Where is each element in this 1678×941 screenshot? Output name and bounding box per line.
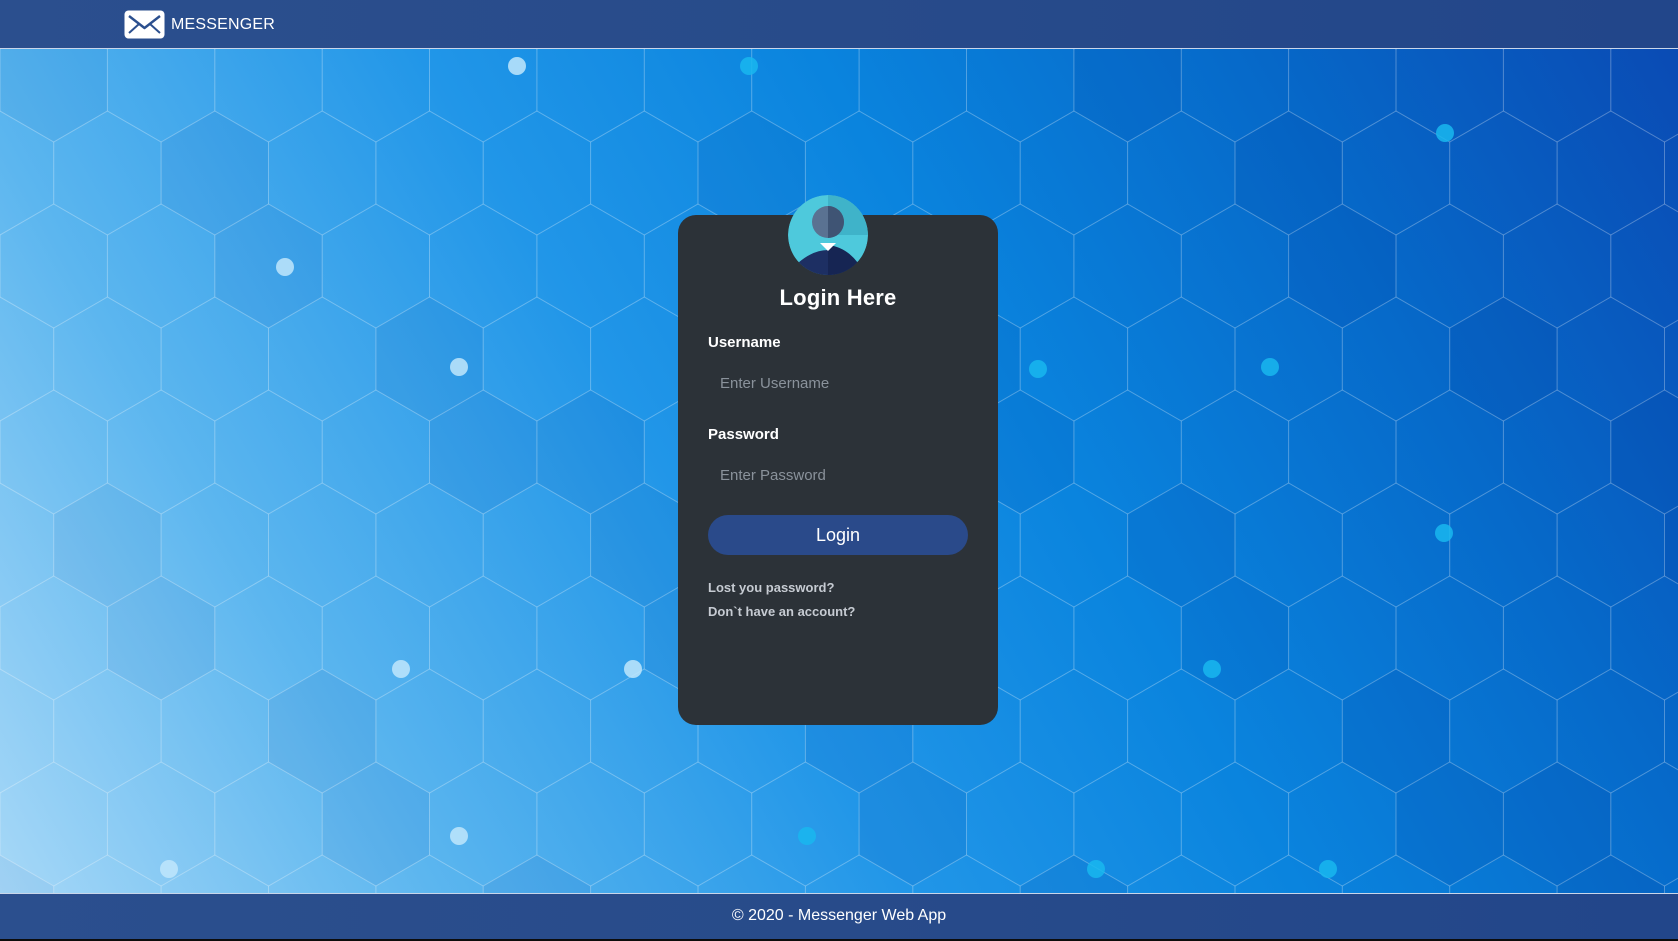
footer-copyright: © 2020 - Messenger Web App — [731, 907, 947, 924]
envelope-icon — [124, 10, 165, 39]
network-node — [740, 57, 758, 75]
brand[interactable]: MESSENGER — [124, 10, 275, 39]
username-label: Username — [708, 334, 781, 351]
network-node — [1087, 860, 1105, 878]
login-card: Login Here Username Password Login Lost … — [678, 195, 998, 725]
network-node — [508, 57, 526, 75]
network-node — [1029, 360, 1047, 378]
brand-label: MESSENGER — [171, 16, 276, 33]
network-node — [392, 660, 410, 678]
page-footer: © 2020 - Messenger Web App — [0, 893, 1678, 939]
network-node — [450, 358, 468, 376]
password-label: Password — [708, 426, 779, 443]
signup-link[interactable]: Don`t have an account? — [708, 604, 855, 619]
username-input[interactable] — [708, 367, 968, 399]
network-node — [276, 258, 294, 276]
login-button[interactable]: Login — [708, 515, 968, 555]
network-node — [624, 660, 642, 678]
network-node — [1261, 358, 1279, 376]
user-avatar-icon — [788, 195, 868, 275]
login-title: Login Here — [779, 285, 897, 310]
network-node — [450, 827, 468, 845]
network-node — [798, 827, 816, 845]
login-page: MESSENGER Login Here Username Password L… — [0, 0, 1678, 941]
top-navbar: MESSENGER — [0, 0, 1678, 49]
network-node — [1435, 524, 1453, 542]
network-node — [1436, 124, 1454, 142]
network-node — [160, 860, 178, 878]
lost-password-link[interactable]: Lost you password? — [708, 580, 834, 595]
network-node — [1319, 860, 1337, 878]
password-input[interactable] — [708, 459, 968, 491]
network-node — [1203, 660, 1221, 678]
